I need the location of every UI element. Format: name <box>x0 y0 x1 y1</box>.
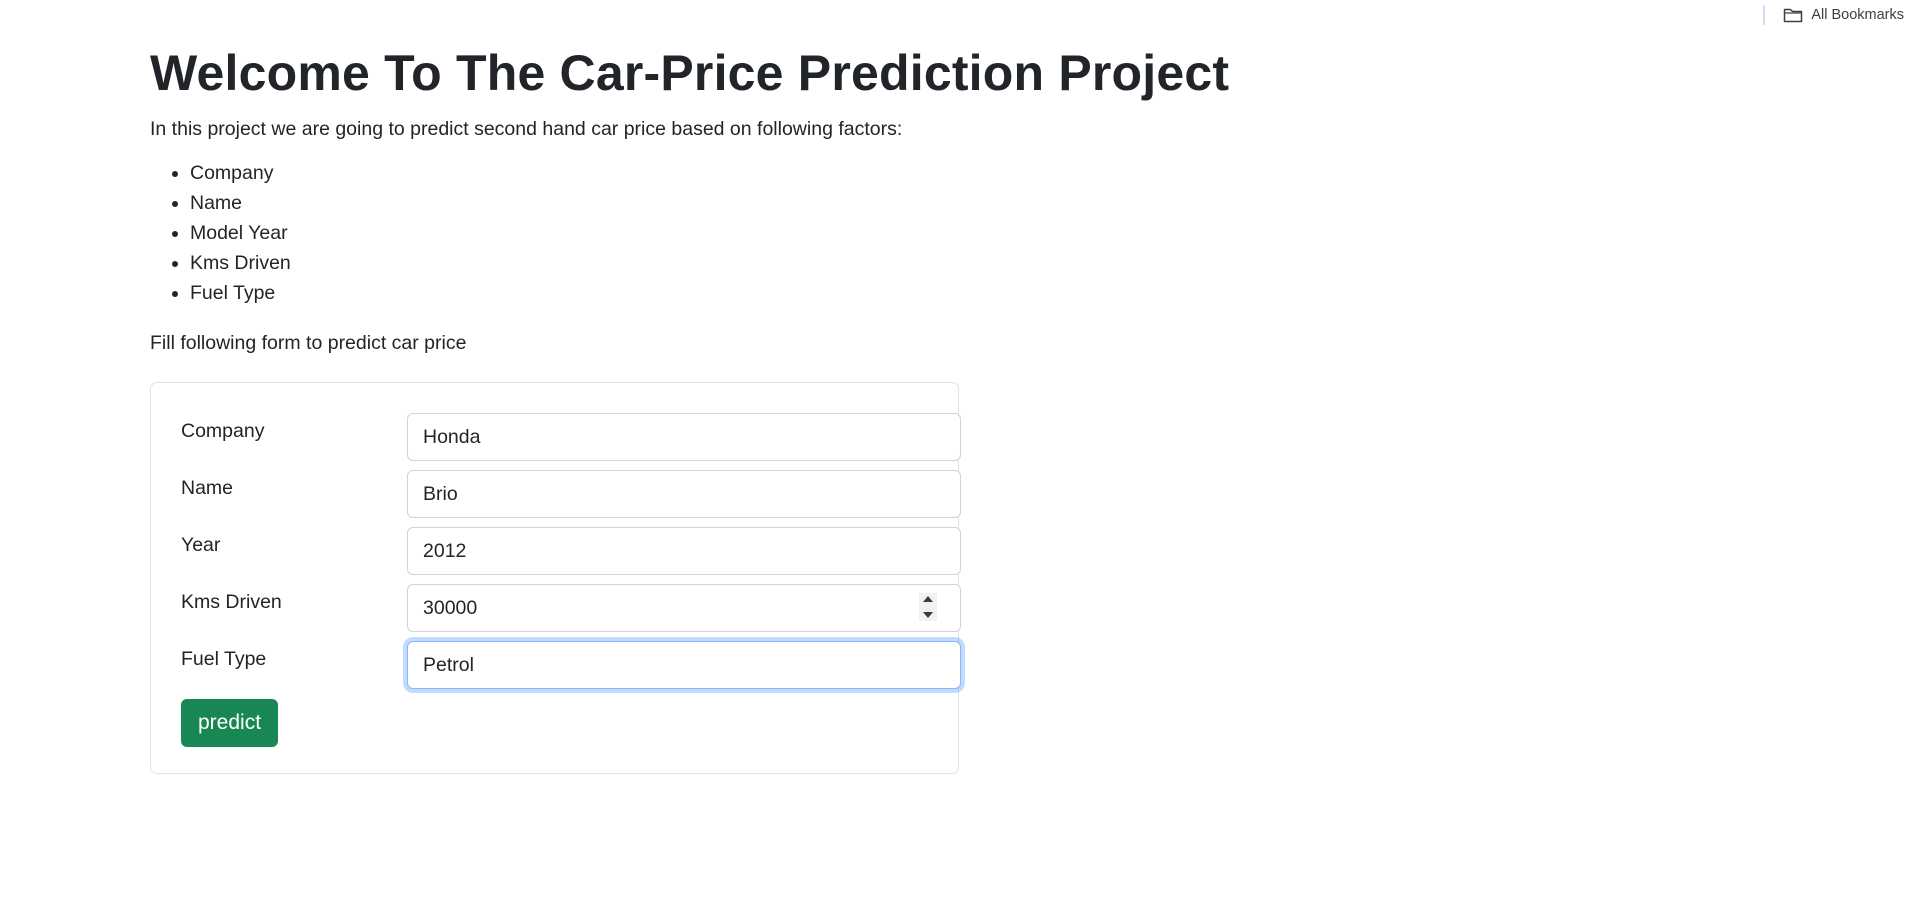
stepper-up-icon[interactable] <box>923 596 933 602</box>
company-row: Company <box>181 413 961 461</box>
year-input[interactable] <box>407 527 961 575</box>
number-stepper[interactable] <box>919 593 937 621</box>
list-item: Model Year <box>190 218 1350 248</box>
company-label: Company <box>181 420 265 442</box>
bookmarks-bar: All Bookmarks <box>1763 0 1920 30</box>
company-input[interactable] <box>407 413 961 461</box>
fuel-type-input[interactable] <box>407 641 961 689</box>
kms-label: Kms Driven <box>181 591 282 613</box>
name-label: Name <box>181 477 234 499</box>
year-row: Year <box>181 527 961 575</box>
name-row: Name <box>181 470 961 518</box>
kms-driven-input[interactable] <box>407 584 961 632</box>
folder-icon <box>1783 7 1803 23</box>
list-item: Name <box>190 188 1350 218</box>
all-bookmarks-button[interactable]: All Bookmarks <box>1783 7 1904 23</box>
kms-row: Kms Driven <box>181 584 961 632</box>
stepper-down-icon[interactable] <box>923 612 933 618</box>
form-instructions: Fill following form to predict car price <box>150 332 467 354</box>
fuel-row: Fuel Type <box>181 641 961 689</box>
main-content: Welcome To The Car-Price Prediction Proj… <box>150 38 1350 358</box>
page-title: Welcome To The Car-Price Prediction Proj… <box>150 45 1230 101</box>
year-label: Year <box>181 534 221 556</box>
all-bookmarks-label: All Bookmarks <box>1811 7 1904 23</box>
factors-list: Company Name Model Year Kms Driven Fuel … <box>150 158 1350 308</box>
name-input[interactable] <box>407 470 961 518</box>
predict-button[interactable]: predict <box>181 699 279 747</box>
list-item: Company <box>190 158 1350 188</box>
fuel-type-label: Fuel Type <box>181 648 267 670</box>
list-item: Fuel Type <box>190 278 1350 308</box>
intro-text: In this project we are going to predict … <box>150 118 903 140</box>
prediction-form: Company Name Year Kms Driven Fuel Type p… <box>150 382 961 774</box>
bookmarks-divider <box>1763 5 1766 25</box>
list-item: Kms Driven <box>190 248 1350 278</box>
